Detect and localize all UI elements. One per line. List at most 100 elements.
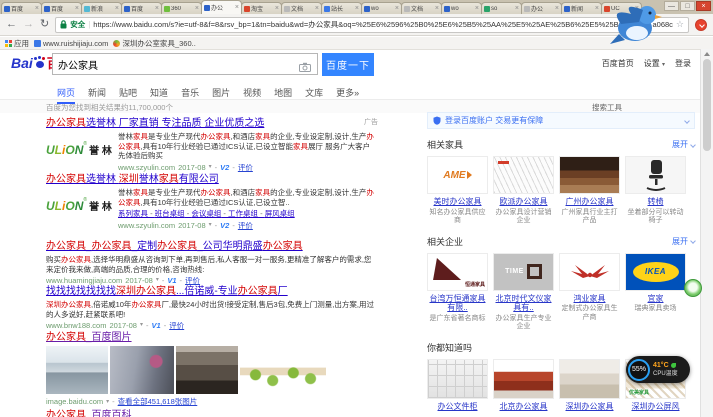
sitelink[interactable]: 屏风桌组 xyxy=(258,209,295,218)
office-photo-thumbnail[interactable] xyxy=(46,346,108,394)
browser-tab[interactable]: wo× xyxy=(441,2,482,14)
browser-tab[interactable]: 办公× xyxy=(521,2,562,14)
office-chair-image[interactable] xyxy=(625,156,686,194)
floating-assistant-ball[interactable] xyxy=(684,279,702,297)
tab-video[interactable]: 视频 xyxy=(243,86,261,104)
scroll-up-arrow-icon[interactable] xyxy=(704,52,710,56)
white-office-image[interactable] xyxy=(559,359,620,399)
tab-close-icon[interactable]: × xyxy=(155,5,159,12)
ikea-logo-image[interactable]: IKEA xyxy=(625,253,686,291)
browser-tab[interactable]: 站长× xyxy=(321,2,362,14)
result-title[interactable]: 办公家具选誉林 深圳誉林家具有限公司 xyxy=(46,170,378,185)
sitelink[interactable]: 系列家具 xyxy=(118,209,148,218)
caret-down-icon[interactable]: ▾ xyxy=(106,398,109,405)
card-label[interactable]: 办公文件柜 xyxy=(427,402,488,412)
login-banner[interactable]: 登录百度账户 交易更有保障 xyxy=(427,112,695,129)
tab-close-icon[interactable]: × xyxy=(235,4,239,11)
forward-button[interactable]: → xyxy=(23,19,34,30)
tab-wenku[interactable]: 文库 xyxy=(305,86,323,104)
browser-tab[interactable]: so× xyxy=(481,2,522,14)
browser-tab[interactable]: wo× xyxy=(361,2,402,14)
tab-close-icon[interactable]: × xyxy=(595,5,599,12)
browser-tab[interactable]: 新闻× xyxy=(561,2,602,14)
minimize-button[interactable]: — xyxy=(664,1,679,11)
card-label[interactable]: 转椅 xyxy=(625,197,686,207)
tab-close-icon[interactable]: × xyxy=(555,5,559,12)
tab-close-icon[interactable]: × xyxy=(115,5,119,12)
browser-tab[interactable]: 百度× xyxy=(121,2,162,14)
card-label[interactable]: 美时办公家具 xyxy=(427,197,488,207)
apps-shortcut[interactable]: 应用 xyxy=(5,38,29,49)
bookmark-star-icon[interactable]: ☆ xyxy=(676,19,684,30)
file-cabinets-image[interactable] xyxy=(427,359,488,399)
maximize-button[interactable]: □ xyxy=(680,1,695,11)
browser-tab[interactable]: 百度× xyxy=(1,2,42,14)
tab-maps[interactable]: 地图 xyxy=(274,86,292,104)
executive-desk-image[interactable] xyxy=(559,156,620,194)
result-title[interactable]: 找找找找找找找深圳办公家具...倍诺威-专业办公家具厂 xyxy=(46,282,378,297)
tab-close-icon[interactable]: × xyxy=(35,5,39,12)
bookmark-item[interactable]: 深圳办公室家具_360.. xyxy=(113,38,195,49)
result-title[interactable]: 办公家具_办公家具_定制办公家具_公司华明鼎盛办公家具 xyxy=(46,237,378,252)
ulion-brand-logo[interactable]: ULiON®誉 林 xyxy=(46,188,118,230)
wanhengtong-logo-image[interactable]: 恒通家具 xyxy=(427,253,488,291)
download-manager-icon[interactable] xyxy=(695,19,707,31)
card-label[interactable]: 欧派办公家具 xyxy=(493,197,554,207)
card-label[interactable]: 鸿业家具 xyxy=(559,294,620,304)
card-label[interactable]: 深圳办公屏风 xyxy=(625,402,686,412)
card-label[interactable]: 北京时代文仪家具有.. xyxy=(493,294,554,313)
tab-images[interactable]: 图片 xyxy=(212,86,230,104)
link-login[interactable]: 登录 xyxy=(675,58,691,69)
sketch-image[interactable] xyxy=(493,156,554,194)
tab-close-icon[interactable]: × xyxy=(435,5,439,12)
expand-link[interactable]: 展开 xyxy=(672,236,695,247)
tab-music[interactable]: 音乐 xyxy=(181,86,199,104)
link-baidu-home[interactable]: 百度首页 xyxy=(602,58,634,69)
browser-tab[interactable]: 文档× xyxy=(281,2,322,14)
bookmark-item[interactable]: www.ruishijiaju.com xyxy=(34,39,108,48)
card-label[interactable]: 广州办公家具 xyxy=(559,197,620,207)
tab-more[interactable]: 更多» xyxy=(336,86,359,104)
ame-logo-image[interactable]: AME xyxy=(427,156,488,194)
tab-zhidao[interactable]: 知道 xyxy=(150,86,168,104)
scrollbar[interactable] xyxy=(700,49,713,417)
sitelink[interactable]: 工作桌组 xyxy=(221,209,258,218)
tab-close-icon[interactable]: × xyxy=(475,5,479,12)
camera-search-icon[interactable] xyxy=(299,59,311,77)
browser-tab[interactable]: 百度× xyxy=(41,2,82,14)
link-settings[interactable]: 设置 ▾ xyxy=(644,58,665,69)
tab-close-icon[interactable]: × xyxy=(515,5,519,12)
search-button[interactable]: 百度一下 xyxy=(322,53,374,76)
time-logo-image[interactable]: TIME xyxy=(493,253,554,291)
evaluate-link[interactable]: 评价 xyxy=(238,221,253,231)
browser-tab[interactable]: 淘宝× xyxy=(241,2,282,14)
close-button[interactable]: × xyxy=(696,1,711,11)
browser-tab[interactable]: 文档× xyxy=(401,2,442,14)
office-photo-thumbnail[interactable] xyxy=(110,346,174,394)
search-input[interactable] xyxy=(52,53,318,75)
browser-tab[interactable]: 360× xyxy=(161,2,202,14)
red-desk-image[interactable] xyxy=(493,359,554,399)
hongye-wings-logo-image[interactable] xyxy=(559,253,620,291)
scrollbar-thumb[interactable] xyxy=(703,59,711,151)
tab-close-icon[interactable]: × xyxy=(315,5,319,12)
address-bar[interactable]: 安全 | https://www.baidu.com/s?ie=utf-8&f=… xyxy=(55,17,689,33)
reload-button[interactable]: ↻ xyxy=(40,19,49,30)
tab-close-icon[interactable]: × xyxy=(195,5,199,12)
tab-close-icon[interactable]: × xyxy=(275,5,279,12)
browser-tab[interactable]: 新浪× xyxy=(81,2,122,14)
sitelink[interactable]: 会议桌组 xyxy=(185,209,222,218)
caret-down-icon[interactable]: ▾ xyxy=(209,221,212,231)
tab-news[interactable]: 新闻 xyxy=(88,86,106,104)
sitelink[interactable]: 班台桌组 xyxy=(148,209,185,218)
browser-tab-active[interactable]: 办公× xyxy=(201,0,242,14)
tab-web[interactable]: 网页 xyxy=(57,86,75,104)
result-title[interactable]: 办公家具_百度图片 xyxy=(46,328,378,343)
expand-link[interactable]: 展开 xyxy=(672,139,695,150)
card-label[interactable]: 台湾万恒通家具有限.. xyxy=(427,294,488,313)
tab-close-icon[interactable]: × xyxy=(395,5,399,12)
result-title[interactable]: 办公家具选誉林 厂家直销 专注品质 企业优质之选 xyxy=(46,114,378,129)
result-title[interactable]: 办公家具_百度百科 xyxy=(46,406,378,417)
card-label[interactable]: 宜家 xyxy=(625,294,686,304)
tab-close-icon[interactable]: × xyxy=(75,5,79,12)
